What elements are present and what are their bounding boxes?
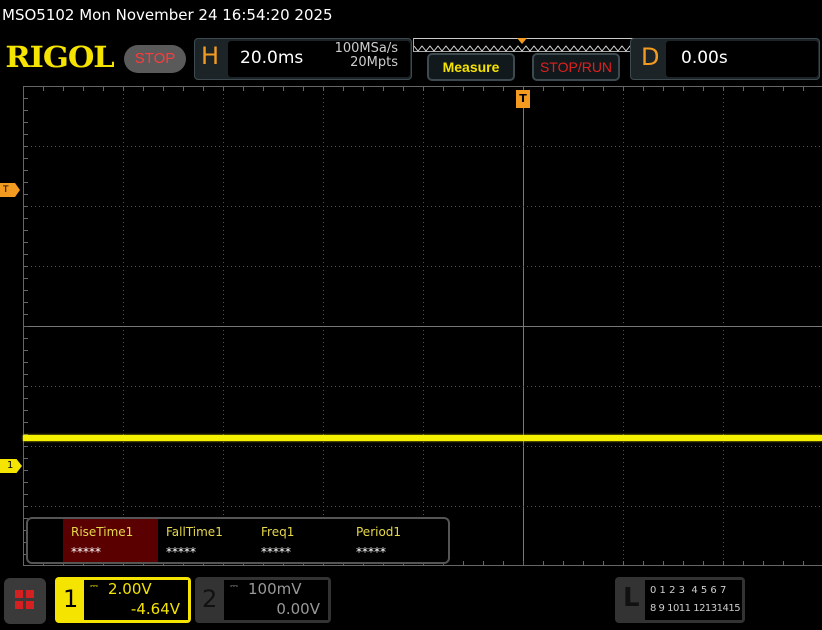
logic-row-2: 8 9 1011 12131415 [650,603,741,614]
measurement-value: ***** [356,545,386,559]
ch1-offset-marker[interactable]: 1 [0,459,22,473]
logic-label: L [623,583,640,613]
measurement-falltime[interactable]: FallTime1 ***** [158,519,253,562]
waveform-grid[interactable] [23,86,822,566]
dc-coupling-icon: ⎓ [230,581,238,592]
dc-coupling-icon: ⎓ [90,581,98,592]
ch2-number: 2 [202,585,218,613]
title-bar: MSO5102 Mon November 24 16:54:20 2025 [2,6,333,24]
timebase-value: 20.0ms [240,48,304,68]
measure-button[interactable]: Measure [427,53,515,81]
run-state-badge[interactable]: STOP [124,45,186,73]
sample-rate: 100MSa/s [334,41,398,56]
measurement-period[interactable]: Period1 ***** [348,519,443,562]
trigger-level-icon[interactable]: T [0,183,20,197]
ch2-scale: 100mV [248,580,302,598]
trigger-position-icon[interactable]: T [516,90,530,108]
measurement-risetime[interactable]: RiseTime1 ***** [63,519,158,562]
acquisition-info: 100MSa/s 20Mpts [320,42,398,70]
ch1-number: 1 [63,585,79,613]
logic-row-1: 0 1 2 3 4 5 6 7 [650,585,727,596]
measurement-value: ***** [166,545,196,559]
ch2-offset: 0.00V [276,600,320,618]
measurement-value: ***** [71,545,101,559]
measurement-label: Period1 [356,525,402,539]
horizontal-label: H [201,42,220,70]
ch1-trace [23,435,822,441]
ch1-scale: 2.00V [108,580,152,598]
rigol-logo: RIGOL [5,40,114,74]
memory-depth: 20Mpts [350,55,398,70]
ch1-offset: -4.64V [130,600,180,618]
trigger-position-marker [517,38,527,44]
grid-menu-icon [15,590,34,609]
measurement-value: ***** [261,545,291,559]
measurement-label: Freq1 [261,525,295,539]
main-menu-button[interactable] [4,578,46,624]
measurement-label: FallTime1 [166,525,223,539]
measurement-label: RiseTime1 [71,525,134,539]
delay-label: D [641,43,660,71]
stop-run-button[interactable]: STOP/RUN [532,53,620,81]
delay-value: 0.00s [681,48,728,68]
measurement-panel: RiseTime1 ***** FallTime1 ***** Freq1 *****… [26,517,450,564]
measurement-freq[interactable]: Freq1 ***** [253,519,348,562]
